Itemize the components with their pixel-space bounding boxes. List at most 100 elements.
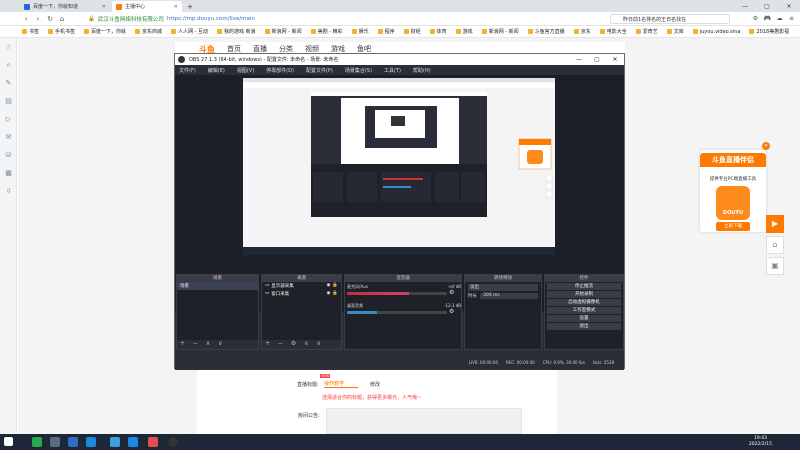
control-button[interactable]: 退出 <box>547 323 621 330</box>
scenes-toolbar[interactable]: + − ∧ ∨ <box>177 340 258 349</box>
new-tab-button[interactable]: + <box>184 1 196 12</box>
eye-icon[interactable]: ◉ <box>326 283 330 289</box>
app-icon[interactable] <box>110 437 120 447</box>
app-icon[interactable] <box>86 437 96 447</box>
home-icon[interactable]: ⌂ <box>766 236 784 254</box>
control-button[interactable]: 开始录制 <box>547 291 621 298</box>
obs-menu-item[interactable]: 停靠部件(D) <box>266 67 294 74</box>
control-button[interactable]: 停止推流 <box>547 283 621 290</box>
bookmark-item[interactable]: 美剧 - 精彩 <box>311 28 343 35</box>
obs-menu-item[interactable]: 编辑(E) <box>208 67 225 74</box>
announcement-input[interactable] <box>326 408 522 434</box>
shop-icon[interactable]: ⛁ <box>0 146 17 164</box>
bookmark-item[interactable]: 斗鱼官方直播 <box>528 28 565 35</box>
bookmark-item[interactable]: 百度一下，你就 <box>84 28 126 35</box>
bookmark-item[interactable]: 京东 <box>574 28 591 35</box>
source-item[interactable]: ▭ 窗口采集 ◉ 🔒 <box>262 290 341 298</box>
windows-start-icon[interactable] <box>4 437 13 446</box>
screen-icon[interactable]: ▣ <box>766 257 784 275</box>
url-field[interactable]: 🔒 武汉斗鱼网络科技有限公司 https://mp.douyu.com/live… <box>88 15 255 23</box>
bookmark-item[interactable]: 程序 <box>378 28 395 35</box>
bookmark-item[interactable]: 娱乐 <box>352 28 369 35</box>
scenes-title: 场景 <box>177 275 258 282</box>
bookmark-item[interactable]: 游戏 <box>456 28 473 35</box>
back-icon[interactable]: ‹ <box>20 15 32 23</box>
control-button[interactable]: 设置 <box>547 315 621 322</box>
bookmark-item[interactable]: 爱奇艺 <box>636 28 658 35</box>
lock-icon[interactable]: 🔒 <box>332 291 338 297</box>
control-button[interactable]: 工作室模式 <box>547 307 621 314</box>
game-icon[interactable]: 🎮 <box>763 14 772 23</box>
duration-input[interactable]: 300 ms <box>480 293 538 299</box>
edit-title-button[interactable]: 修改 <box>370 381 380 388</box>
scene-item[interactable]: 场景 <box>177 282 258 290</box>
bookmark-item[interactable]: 新浪网 - 新闻 <box>482 28 519 35</box>
star-icon[interactable]: ☆ <box>0 38 17 56</box>
eye-icon[interactable]: ◉ <box>326 291 330 297</box>
source-item[interactable]: ▭ 显示器采集 ◉ 🔒 <box>262 282 341 290</box>
app-icon[interactable] <box>50 437 60 447</box>
search-input[interactable]: 昨日前1名排名的王日名找在 <box>610 14 730 24</box>
bookmark-item[interactable]: 新浪网 - 新闻 <box>265 28 302 35</box>
app-name: DOUYU <box>722 210 744 216</box>
tab-baidu[interactable]: 百度一下，你就知道 ✕ <box>20 1 110 12</box>
bookmark-item[interactable]: 文库 <box>667 28 684 35</box>
close-icon[interactable]: ✕ <box>102 4 106 10</box>
bookmark-item[interactable]: 人人网 - 互动 <box>171 28 208 35</box>
grid-icon[interactable]: ▦ <box>0 164 17 182</box>
forward-icon[interactable]: › <box>32 15 44 23</box>
close-window-icon[interactable]: ✕ <box>778 0 800 12</box>
obs-menu-item[interactable]: 文件(F) <box>179 67 196 74</box>
maximize-icon[interactable]: ▢ <box>756 0 778 12</box>
app-icon[interactable] <box>68 437 78 447</box>
cloud-icon[interactable]: ☁ <box>775 14 784 23</box>
extension-icon[interactable]: ⚙ <box>751 14 760 23</box>
bookmark-item[interactable]: 体育 <box>430 28 447 35</box>
obs-menu-item[interactable]: 视图(V) <box>237 67 254 74</box>
bookmark-item[interactable]: 京东商城 <box>135 28 162 35</box>
bookmark-item[interactable]: 手机书签 <box>48 28 75 35</box>
close-icon[interactable]: ✕ <box>606 54 624 65</box>
bookmark-item[interactable]: 2018美剧影视 <box>749 28 789 35</box>
obs-menu-item[interactable]: 帮助(H) <box>413 67 431 74</box>
gear-icon[interactable]: ⚙ <box>449 289 454 296</box>
home-icon[interactable]: ⌂ <box>56 15 68 23</box>
obs-menu-item[interactable]: 工具(T) <box>384 67 401 74</box>
obs-menu-item[interactable]: 场景集合(S) <box>345 67 372 74</box>
bookmark-item[interactable]: 电影大全 <box>600 28 627 35</box>
obs-menu-item[interactable]: 配置文件(P) <box>306 67 333 74</box>
menu-icon[interactable]: ≡ <box>787 14 796 23</box>
title-label: 直播标题: <box>297 382 319 388</box>
chat-icon[interactable]: ✉ <box>0 128 17 146</box>
transition-select[interactable]: 淡出 <box>468 284 538 291</box>
bookmark-item[interactable]: 书签 <box>22 28 39 35</box>
app-icon[interactable] <box>128 437 138 447</box>
bookmark-item[interactable]: 我的游戏 新浪 <box>217 28 256 35</box>
ad-subtitle: 提供专业PC端直播工具 <box>709 177 757 182</box>
bookmark-icon[interactable]: ▤ <box>0 92 17 110</box>
obs-app-icon[interactable] <box>168 437 178 447</box>
play-icon[interactable]: ▶ <box>766 215 784 233</box>
note-icon[interactable]: ✎ <box>0 74 17 92</box>
bookmark-item[interactable]: 财经 <box>404 28 421 35</box>
bookmark-item[interactable]: juyou.video.sina <box>693 29 741 35</box>
download-button[interactable]: 立即下载 <box>716 222 750 231</box>
close-icon[interactable]: ✕ <box>174 4 178 10</box>
gear-icon[interactable]: ⚙ <box>449 308 454 315</box>
download-icon[interactable]: ⇩ <box>0 182 17 200</box>
app-icon[interactable] <box>32 437 42 447</box>
title-input[interactable]: 操作教学 <box>324 380 358 388</box>
control-button[interactable]: 启动虚拟摄像机 <box>547 299 621 306</box>
tab-douyu[interactable]: 主播中心 ✕ <box>112 1 182 12</box>
sources-toolbar[interactable]: + − ⚙ ∧ ∨ <box>262 340 341 349</box>
lock-icon[interactable]: 🔒 <box>332 283 338 289</box>
reload-icon[interactable]: ↻ <box>44 15 56 23</box>
close-icon[interactable]: ✕ <box>762 142 770 150</box>
minimize-icon[interactable]: — <box>570 54 588 65</box>
search-icon[interactable]: ⌕ <box>0 56 17 74</box>
video-icon[interactable]: ▷ <box>0 110 17 128</box>
app-icon[interactable] <box>148 437 158 447</box>
minimize-icon[interactable]: — <box>734 0 756 12</box>
address-bar: ‹ › ↻ ⌂ 🔒 武汉斗鱼网络科技有限公司 https://mp.douyu.… <box>0 12 800 26</box>
maximize-icon[interactable]: ▢ <box>588 54 606 65</box>
